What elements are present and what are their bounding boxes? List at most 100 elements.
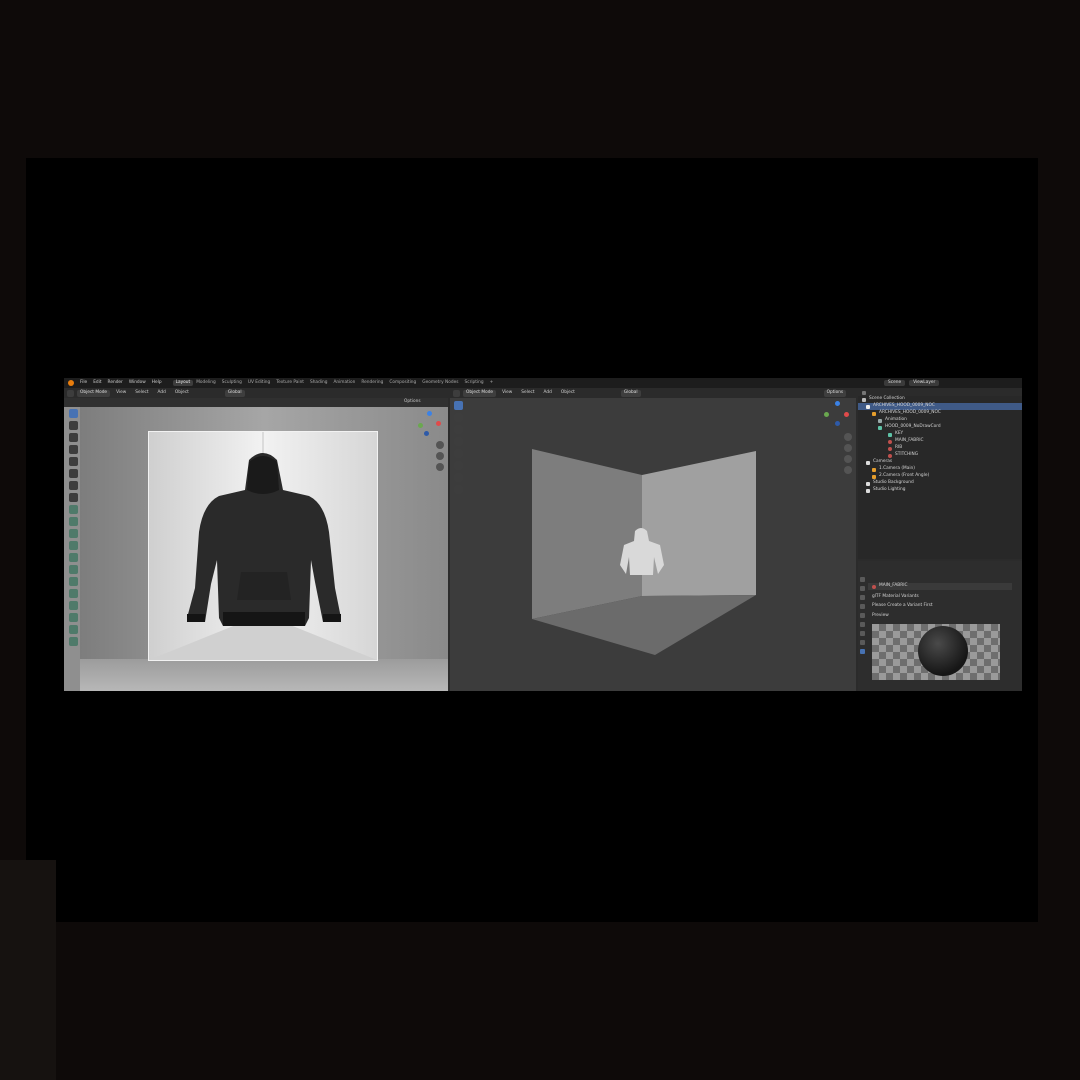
menu-select[interactable]: Select [518, 391, 537, 396]
ortho-toggle-icon[interactable] [844, 466, 852, 474]
menu-view[interactable]: View [113, 391, 129, 396]
viewport-perspective[interactable]: Object Mode View Select Add Object Globa… [450, 389, 856, 691]
menu-view[interactable]: View [499, 391, 515, 396]
material-tab-icon[interactable] [859, 649, 865, 654]
menu-file[interactable]: File [77, 380, 90, 385]
camera-view-icon[interactable] [844, 455, 852, 463]
tab-shading[interactable]: Shading [307, 380, 330, 386]
move-tool-icon[interactable] [453, 425, 463, 434]
mode-selector[interactable]: Object Mode [463, 390, 497, 397]
scene-tab-icon[interactable] [859, 613, 865, 618]
add-workspace-button[interactable]: + [487, 380, 497, 386]
tool-tab-icon[interactable] [859, 577, 865, 582]
measure-tool-icon[interactable] [453, 485, 463, 494]
outliner-row[interactable]: 1.Camera (Main) [858, 466, 1022, 473]
scale-tool-icon[interactable] [453, 449, 463, 458]
panel-header-variants[interactable]: glTF Material Variants [868, 594, 919, 601]
outliner-row[interactable]: ARCHIVES_HOOD_0009_NOC [858, 410, 1022, 417]
add-curve-tool-icon[interactable] [68, 589, 78, 598]
blender-logo-icon[interactable] [68, 380, 74, 386]
output-tab-icon[interactable] [859, 595, 865, 600]
outliner-row[interactable]: Animation [858, 417, 1022, 424]
rotate-tool-icon[interactable] [68, 445, 78, 454]
transform-orientation[interactable]: Global [224, 390, 245, 397]
tab-texture-paint[interactable]: Texture Paint [273, 380, 307, 386]
gizmo-y-axis[interactable] [418, 423, 423, 428]
transform-tool-icon[interactable] [453, 461, 463, 470]
mode-selector[interactable]: Object Mode [77, 390, 111, 397]
gizmo-x-axis[interactable] [844, 412, 849, 417]
tab-animation[interactable]: Animation [330, 380, 358, 386]
measure-tool-icon[interactable] [68, 493, 78, 502]
menu-object[interactable]: Object [172, 391, 192, 396]
material-slot[interactable]: MAIN_FABRIC [868, 583, 1012, 590]
add-cube-tool-icon[interactable] [68, 505, 78, 514]
add-grid-tool-icon[interactable] [68, 565, 78, 574]
add-monkey-tool-icon[interactable] [68, 577, 78, 586]
move-tool-icon[interactable] [68, 433, 78, 442]
menu-help[interactable]: Help [149, 380, 165, 385]
outliner-row[interactable]: HOOD_0009_NoDrawCord [858, 424, 1022, 431]
select-tool-icon[interactable] [68, 409, 78, 418]
gizmo-neg-z-axis[interactable] [835, 421, 840, 426]
gizmo-z-axis[interactable] [427, 411, 432, 416]
add-cylinder-tool-icon[interactable] [68, 529, 78, 538]
menu-add[interactable]: Add [155, 391, 169, 396]
panel-header-preview[interactable]: Preview [868, 613, 889, 620]
gizmo-neg-z-axis[interactable] [424, 431, 429, 436]
menu-object[interactable]: Object [558, 391, 578, 396]
add-text-tool-icon[interactable] [68, 637, 78, 646]
annotate-tool-icon[interactable] [453, 473, 463, 482]
transform-tool-icon[interactable] [68, 469, 78, 478]
zoom-icon[interactable] [844, 433, 852, 441]
outliner-row[interactable]: 2.Camera (Front Angle) [858, 473, 1022, 480]
transform-orientation[interactable]: Global [620, 390, 641, 397]
add-cone-tool-icon[interactable] [68, 517, 78, 526]
world-tab-icon[interactable] [859, 622, 865, 627]
outliner-row[interactable]: RIB [858, 445, 1022, 452]
zoom-icon[interactable] [436, 441, 444, 449]
viewport-camera[interactable]: Object Mode View Select Add Object Globa… [64, 389, 448, 691]
object-tab-icon[interactable] [859, 631, 865, 636]
outliner-row[interactable]: ARCHIVES_HOOD_0009_NOC [858, 403, 1022, 410]
add-sphere-tool-icon[interactable] [68, 541, 78, 550]
tab-layout[interactable]: Layout [172, 379, 194, 387]
add-torus-tool-icon[interactable] [68, 553, 78, 562]
gizmo-x-axis[interactable] [436, 421, 441, 426]
scene-field[interactable]: Scene [884, 380, 906, 387]
outliner-row[interactable]: KEY [858, 431, 1022, 438]
add-light-tool-icon[interactable] [68, 601, 78, 610]
gizmo-y-axis[interactable] [824, 412, 829, 417]
outliner-row[interactable]: Cameras [858, 459, 1022, 466]
scale-tool-icon[interactable] [68, 457, 78, 466]
tab-rendering[interactable]: Rendering [358, 380, 386, 386]
modifier-tab-icon[interactable] [859, 640, 865, 645]
editor-type-icon[interactable] [67, 390, 74, 397]
tab-sculpting[interactable]: Sculpting [219, 380, 245, 386]
menu-render[interactable]: Render [105, 380, 126, 385]
viewlayer-field[interactable]: ViewLayer [909, 380, 940, 387]
tab-geometry-nodes[interactable]: Geometry Nodes [419, 380, 461, 386]
navigation-gizmo[interactable] [824, 401, 850, 427]
gizmo-z-axis[interactable] [835, 401, 840, 406]
menu-edit[interactable]: Edit [90, 380, 104, 385]
pan-icon[interactable] [436, 452, 444, 460]
camera-view-icon[interactable] [436, 463, 444, 471]
options-button[interactable]: Options [823, 390, 847, 397]
tab-compositing[interactable]: Compositing [386, 380, 419, 386]
cursor-tool-icon[interactable] [453, 413, 463, 422]
cursor-tool-icon[interactable] [68, 421, 78, 430]
tab-uv-editing[interactable]: UV Editing [245, 380, 273, 386]
add-camera-tool-icon[interactable] [68, 613, 78, 622]
select-tool-icon[interactable] [453, 401, 463, 410]
outliner-root[interactable]: Scene Collection [858, 396, 1022, 403]
outliner-row[interactable]: Studio Background [858, 480, 1022, 487]
menu-window[interactable]: Window [126, 380, 149, 385]
tab-modeling[interactable]: Modeling [193, 380, 219, 386]
add-empty-tool-icon[interactable] [68, 625, 78, 634]
editor-type-icon[interactable] [453, 390, 460, 397]
menu-select[interactable]: Select [132, 391, 151, 396]
annotate-tool-icon[interactable] [68, 481, 78, 490]
outliner-row[interactable]: Studio Lighting [858, 487, 1022, 494]
render-tab-icon[interactable] [859, 586, 865, 591]
